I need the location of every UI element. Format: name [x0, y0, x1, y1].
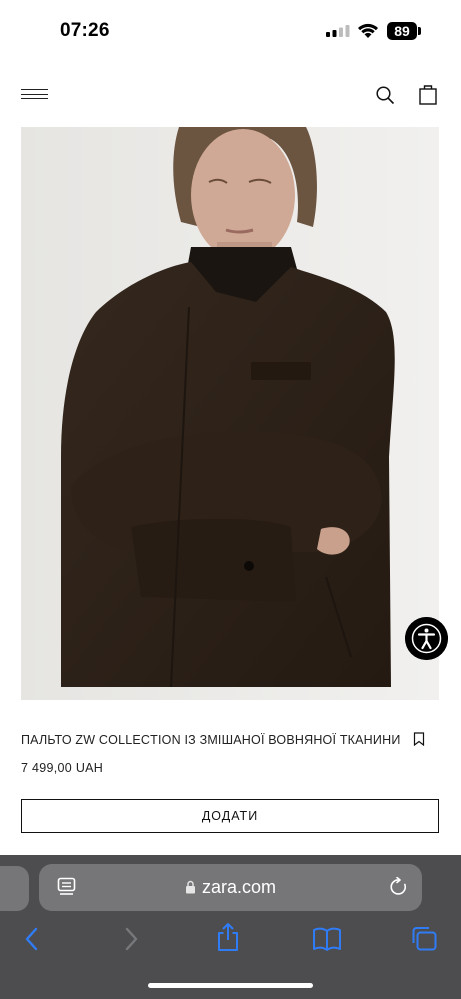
- wifi-icon: [358, 23, 378, 38]
- bookmarks-icon[interactable]: [312, 926, 342, 952]
- cellular-signal-icon: [326, 25, 350, 37]
- previous-tab-preview[interactable]: [0, 866, 29, 911]
- forward-icon[interactable]: [118, 926, 144, 952]
- accessibility-icon[interactable]: [405, 617, 448, 660]
- product-price: 7 499,00 UAH: [21, 761, 104, 775]
- back-icon[interactable]: [19, 926, 45, 952]
- home-indicator: [148, 983, 313, 988]
- bookmark-icon[interactable]: [413, 732, 425, 746]
- coat-photo: [21, 127, 439, 700]
- share-icon[interactable]: [215, 922, 241, 952]
- product-image[interactable]: [21, 127, 439, 700]
- menu-icon[interactable]: [21, 88, 48, 104]
- add-to-cart-button[interactable]: ДОДАТИ: [21, 799, 439, 833]
- url-text: zara.com: [202, 877, 277, 897]
- tabs-icon[interactable]: [411, 926, 438, 952]
- lock-icon: [186, 880, 195, 894]
- battery-cap: [418, 27, 421, 35]
- status-time: 07:26: [60, 20, 110, 41]
- shopping-bag-icon[interactable]: [419, 84, 437, 105]
- product-name: ПАЛЬТО ZW COLLECTION ІЗ ЗМІШАНОЇ ВОВНЯНО…: [21, 733, 401, 747]
- reload-icon[interactable]: [389, 877, 409, 897]
- search-icon[interactable]: [375, 85, 395, 105]
- battery-indicator: 89: [387, 22, 417, 40]
- page-menu-icon[interactable]: [57, 877, 76, 897]
